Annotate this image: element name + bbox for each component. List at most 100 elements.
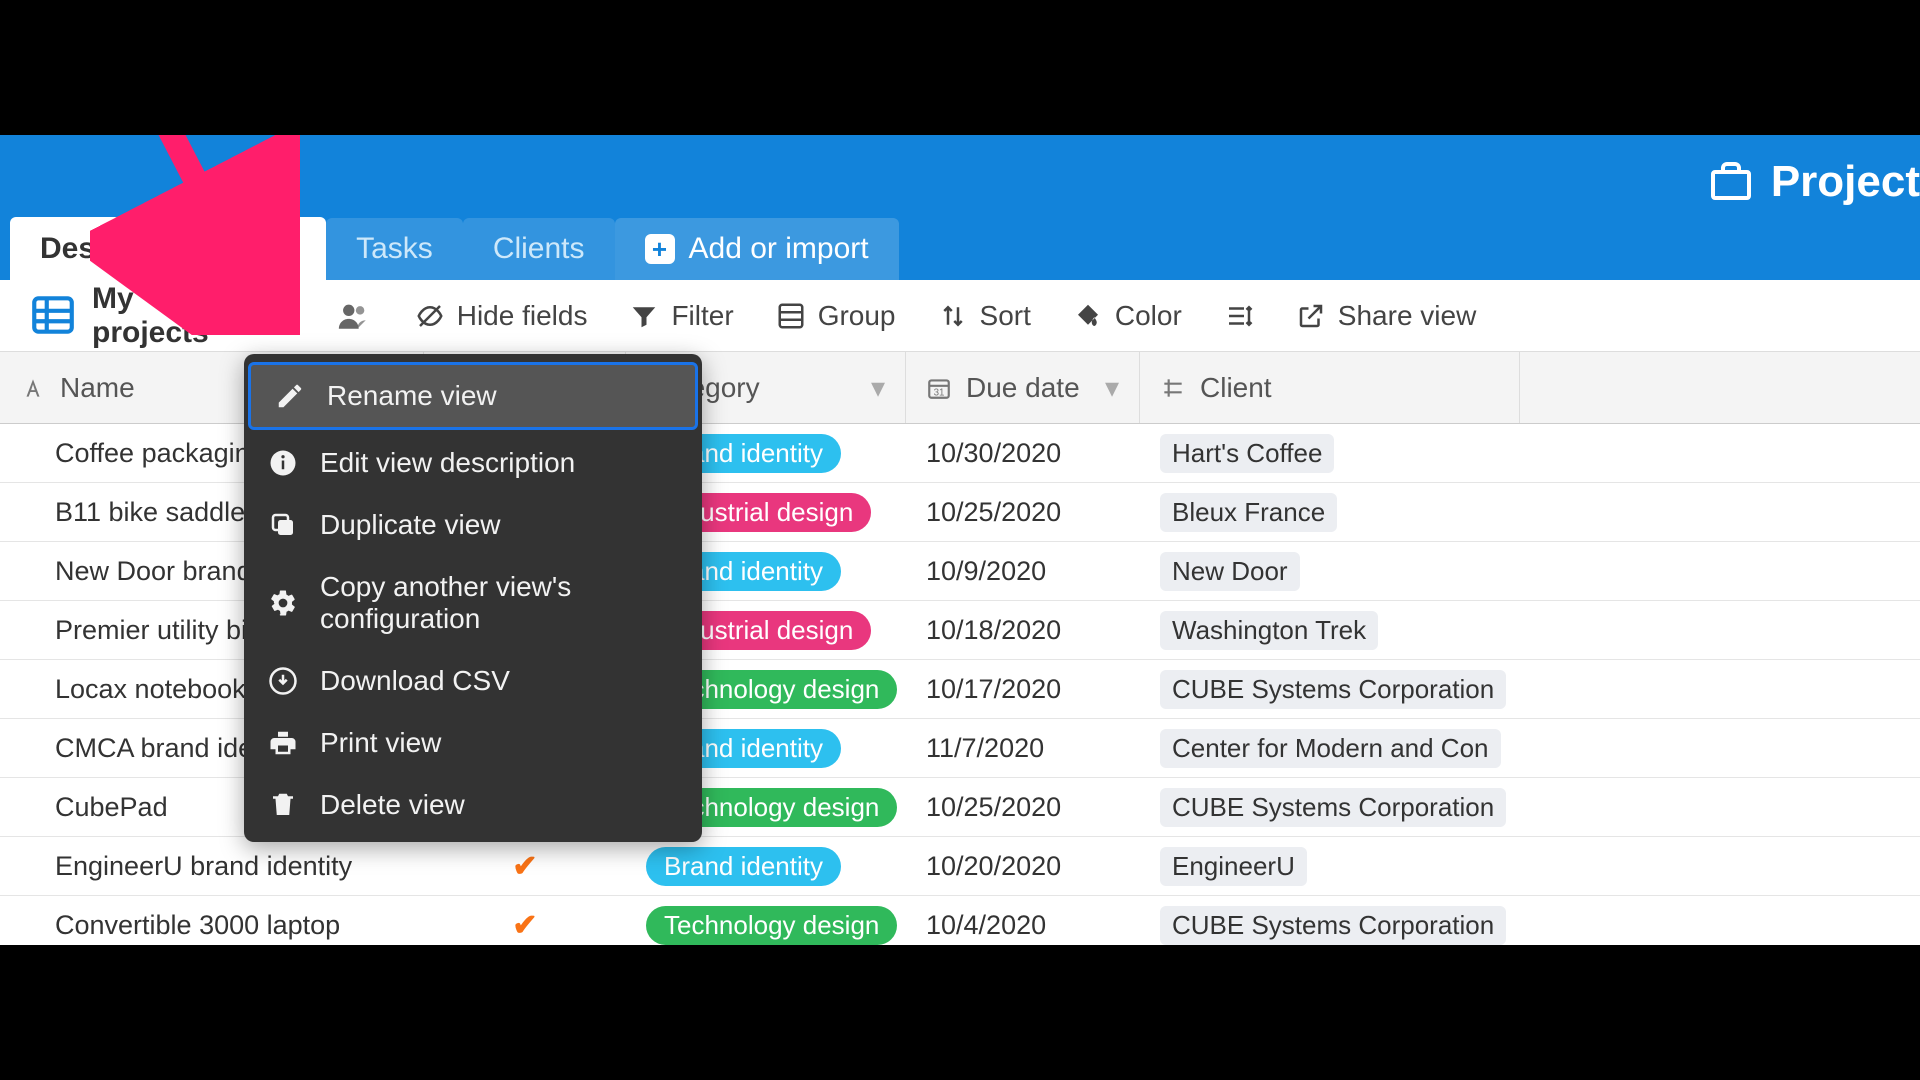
menu-edit-description[interactable]: Edit view description — [244, 432, 702, 494]
view-more-button[interactable] — [251, 296, 291, 336]
briefcase-icon — [1707, 158, 1755, 206]
hide-fields-button[interactable]: Hide fields — [415, 300, 588, 332]
client-chip: CUBE Systems Corporation — [1160, 670, 1506, 709]
check-icon: ✔ — [512, 908, 537, 943]
tab-label: Tasks — [356, 232, 433, 266]
base-name-text: Project — [1771, 157, 1920, 207]
check-icon: ✔ — [512, 849, 537, 884]
sort-button[interactable]: Sort — [938, 300, 1031, 332]
copy-icon — [268, 510, 298, 540]
tab-design-projects[interactable]: Design projects ▾ — [10, 217, 326, 280]
chevron-down-icon: ▾ — [281, 231, 296, 266]
share-view-button[interactable]: Share view — [1296, 300, 1477, 332]
cell-client[interactable]: EngineerU — [1140, 847, 1520, 886]
view-switcher[interactable]: My projects — [28, 282, 209, 350]
row-height-button[interactable] — [1224, 301, 1254, 331]
cell-name[interactable]: Convertible 3000 laptop — [0, 910, 424, 941]
cell-category[interactable]: Brand identity — [626, 847, 906, 886]
table-row[interactable]: EngineerU brand identity ✔ Brand identity 1… — [0, 837, 1920, 896]
client-chip: Center for Modern and Con — [1160, 729, 1501, 768]
cell-due-date[interactable]: 10/25/2020 — [906, 497, 1140, 528]
filter-button[interactable]: Filter — [629, 300, 733, 332]
menu-duplicate-view[interactable]: Duplicate view — [244, 494, 702, 556]
table-tabs: Design projects ▾ Tasks Clients + Add or… — [10, 217, 899, 280]
cell-name[interactable]: EngineerU brand identity — [0, 851, 424, 882]
cell-client[interactable]: Center for Modern and Con — [1140, 729, 1520, 768]
tab-tasks[interactable]: Tasks — [326, 218, 463, 280]
tab-label: Add or import — [689, 232, 869, 266]
menu-label: Copy another view's configuration — [320, 571, 678, 635]
menu-label: Rename view — [327, 380, 497, 412]
menu-delete-view[interactable]: Delete view — [244, 774, 702, 836]
svg-text:31: 31 — [934, 387, 945, 398]
cell-client[interactable]: Hart's Coffee — [1140, 434, 1520, 473]
cell-due-date[interactable]: 10/25/2020 — [906, 792, 1140, 823]
cell-client[interactable]: Washington Trek — [1140, 611, 1520, 650]
menu-download-csv[interactable]: Download CSV — [244, 650, 702, 712]
pencil-icon — [275, 381, 305, 411]
cell-due-date[interactable]: 10/30/2020 — [906, 438, 1140, 469]
menu-label: Delete view — [320, 789, 465, 821]
column-header-due-date[interactable]: 31 Due date ▾ — [906, 352, 1140, 423]
column-header-client[interactable]: Client — [1140, 352, 1520, 423]
color-button[interactable]: Color — [1073, 300, 1182, 332]
column-label: Client — [1200, 372, 1272, 404]
client-chip: New Door — [1160, 552, 1300, 591]
cell-client[interactable]: Bleux France — [1140, 493, 1520, 532]
tab-label: Design projects — [40, 232, 265, 266]
toolbar-label: Filter — [671, 300, 733, 332]
menu-label: Download CSV — [320, 665, 510, 697]
cell-due-date[interactable]: 10/20/2020 — [906, 851, 1140, 882]
menu-rename-view[interactable]: Rename view — [248, 362, 698, 430]
menu-label: Edit view description — [320, 447, 575, 479]
menu-print-view[interactable]: Print view — [244, 712, 702, 774]
column-label: Due date — [966, 372, 1080, 404]
filter-icon — [629, 301, 659, 331]
cell-due-date[interactable]: 10/17/2020 — [906, 674, 1140, 705]
group-button[interactable]: Group — [776, 300, 896, 332]
column-label: Name — [60, 372, 135, 404]
cell-status[interactable]: ✔ — [424, 908, 626, 943]
cell-due-date[interactable]: 10/18/2020 — [906, 615, 1140, 646]
cell-client[interactable]: CUBE Systems Corporation — [1140, 788, 1520, 827]
info-icon — [268, 448, 298, 478]
table-row[interactable]: Convertible 3000 laptop ✔ Technology desig… — [0, 896, 1920, 945]
cell-client[interactable]: CUBE Systems Corporation — [1140, 670, 1520, 709]
cell-status[interactable]: ✔ — [424, 849, 626, 884]
cell-category[interactable]: Technology design — [626, 906, 906, 945]
link-icon — [1160, 375, 1186, 401]
share-icon — [1296, 301, 1326, 331]
calendar-icon: 31 — [926, 375, 952, 401]
client-chip: Washington Trek — [1160, 611, 1378, 650]
menu-label: Print view — [320, 727, 441, 759]
cell-client[interactable]: New Door — [1140, 552, 1520, 591]
cell-client[interactable]: CUBE Systems Corporation — [1140, 906, 1520, 945]
menu-label: Duplicate view — [320, 509, 501, 541]
users-icon — [336, 299, 370, 333]
client-chip: CUBE Systems Corporation — [1160, 788, 1506, 827]
base-name[interactable]: Project — [1707, 157, 1920, 207]
sort-icon — [938, 301, 968, 331]
cell-due-date[interactable]: 10/9/2020 — [906, 556, 1140, 587]
add-or-import-tab[interactable]: + Add or import — [615, 218, 899, 280]
collaborators-button[interactable] — [333, 296, 373, 336]
menu-copy-config[interactable]: Copy another view's configuration — [244, 556, 702, 650]
toolbar-label: Color — [1115, 300, 1182, 332]
view-name: My projects — [92, 282, 209, 350]
cell-due-date[interactable]: 10/4/2020 — [906, 910, 1140, 941]
paint-bucket-icon — [1073, 301, 1103, 331]
text-icon — [20, 375, 46, 401]
chevron-down-icon[interactable]: ▾ — [871, 371, 885, 404]
cell-due-date[interactable]: 11/7/2020 — [906, 733, 1140, 764]
tab-label: Clients — [493, 232, 585, 266]
category-pill: Technology design — [646, 906, 897, 945]
chevron-down-icon[interactable]: ▾ — [1105, 371, 1119, 404]
tab-clients[interactable]: Clients — [463, 218, 615, 280]
app-window: Project Design projects ▾ Tasks Clients … — [0, 135, 1920, 945]
print-icon — [268, 728, 298, 758]
toolbar-label: Group — [818, 300, 896, 332]
category-pill: Brand identity — [646, 847, 841, 886]
header-bar: Project Design projects ▾ Tasks Clients … — [0, 135, 1920, 280]
toolbar-label: Hide fields — [457, 300, 588, 332]
eye-off-icon — [415, 301, 445, 331]
